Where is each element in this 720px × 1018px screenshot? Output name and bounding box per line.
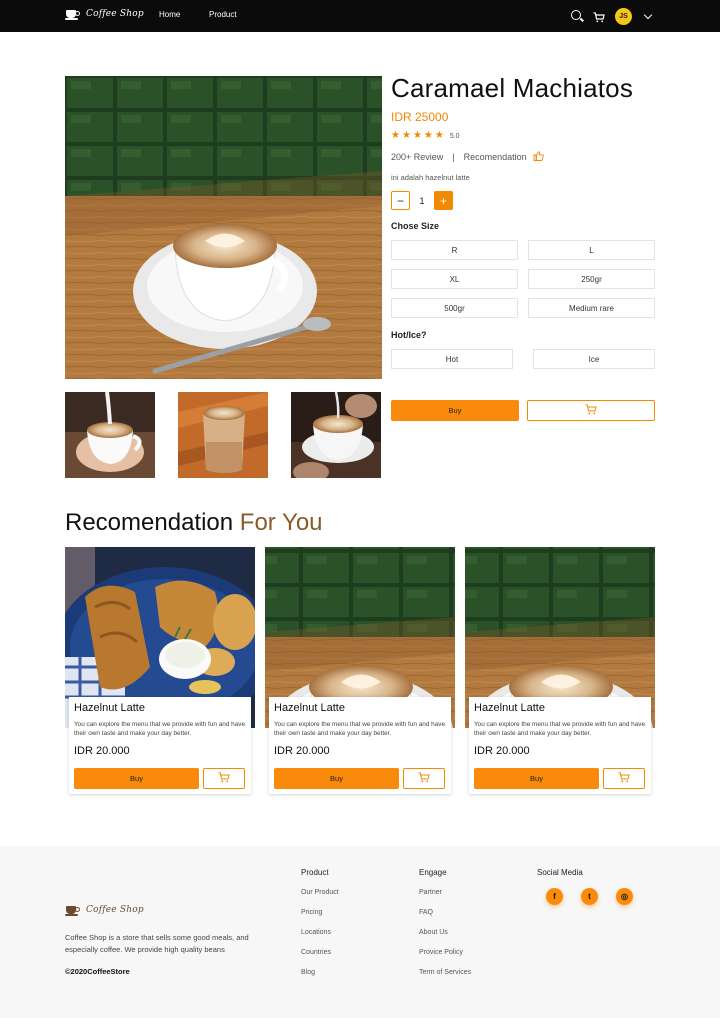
review-count[interactable]: 200+ Review: [391, 152, 443, 162]
quantity-value: 1: [419, 195, 425, 206]
card-buy-button[interactable]: Buy: [474, 768, 599, 789]
footer-link[interactable]: Blog: [301, 969, 315, 976]
brand-name: Coffee Shop: [86, 9, 144, 19]
section-title: Recomendation For You: [65, 509, 323, 537]
size-option[interactable]: 250gr: [528, 269, 655, 289]
nav-link-home[interactable]: Home: [159, 10, 180, 19]
card-buy-button[interactable]: Buy: [274, 768, 399, 789]
footer-link[interactable]: FAQ: [419, 909, 433, 916]
product-description: ini adalah hazelnut latte: [391, 173, 470, 182]
footer-link[interactable]: Locations: [301, 929, 331, 936]
cart-icon: [418, 770, 430, 788]
recommendation-label: Recomendation: [463, 152, 527, 162]
buy-button[interactable]: Buy: [391, 400, 519, 421]
product-thumbnail[interactable]: [65, 392, 155, 478]
footer-link[interactable]: Countries: [301, 949, 331, 956]
card-buy-button[interactable]: Buy: [74, 768, 199, 789]
footer-link[interactable]: About Us: [419, 929, 448, 936]
size-label: Chose Size: [391, 221, 440, 231]
instagram-icon[interactable]: ◎: [616, 888, 633, 905]
footer-column-title: Product: [301, 868, 329, 877]
card-title: Hazelnut Latte: [474, 702, 545, 714]
thumbs-up-icon[interactable]: [533, 151, 544, 163]
navbar: Coffee Shop Home Product JS: [0, 0, 720, 32]
facebook-icon[interactable]: f: [546, 888, 563, 905]
footer: Coffee Shop Coffee Shop is a store that …: [0, 846, 720, 1018]
star-icon: ★: [434, 130, 444, 141]
star-icon: ★: [401, 130, 411, 141]
section-title-accent: For You: [239, 509, 323, 536]
card-description: You can explore the menu that we provide…: [274, 721, 446, 737]
product-price: IDR 25000: [391, 110, 449, 124]
separator: |: [452, 152, 455, 162]
footer-brand-logo[interactable]: Coffee Shop: [65, 904, 144, 916]
brand-logo[interactable]: Coffee Shop: [65, 8, 144, 20]
card-price: IDR 20.000: [474, 745, 530, 757]
decrease-button[interactable]: −: [391, 191, 410, 210]
cart-icon: [585, 402, 597, 420]
temperature-option[interactable]: Ice: [533, 349, 655, 369]
footer-link[interactable]: Pricing: [301, 909, 322, 916]
rating: ★ ★ ★ ★ ★ 5.0: [391, 131, 460, 141]
twitter-icon[interactable]: t: [581, 888, 598, 905]
card-cart-button[interactable]: [203, 768, 245, 789]
review-row: 200+ Review | Recomendation: [391, 151, 544, 163]
card-title: Hazelnut Latte: [74, 702, 145, 714]
product-card: Hazelnut Latte You can explore the menu …: [469, 697, 651, 794]
size-option[interactable]: 500gr: [391, 298, 518, 318]
footer-link[interactable]: Partner: [419, 889, 442, 896]
card-description: You can explore the menu that we provide…: [74, 721, 246, 737]
size-option[interactable]: L: [528, 240, 655, 260]
search-icon[interactable]: [571, 10, 581, 20]
coffee-cup-icon: [65, 8, 80, 20]
rating-value: 5.0: [449, 132, 460, 140]
card-cart-button[interactable]: [403, 768, 445, 789]
product-thumbnail[interactable]: [291, 392, 381, 478]
cart-icon: [218, 770, 230, 788]
quantity-stepper: − 1 +: [391, 191, 453, 210]
chevron-down-icon[interactable]: [643, 10, 653, 20]
star-icon: ★: [412, 130, 422, 141]
size-option[interactable]: XL: [391, 269, 518, 289]
temperature-option[interactable]: Hot: [391, 349, 513, 369]
footer-link[interactable]: Term of Services: [419, 969, 471, 976]
coffee-cup-icon: [65, 904, 80, 916]
cart-icon[interactable]: [593, 10, 605, 28]
temperature-label: Hot/Ice?: [391, 330, 427, 340]
increase-button[interactable]: +: [434, 191, 453, 210]
size-option[interactable]: Medium rare: [528, 298, 655, 318]
card-price: IDR 20.000: [74, 745, 130, 757]
product-card: Hazelnut Latte You can explore the menu …: [269, 697, 451, 794]
star-icon: ★: [391, 130, 400, 141]
product-thumbnail[interactable]: [178, 392, 268, 478]
footer-about: Coffee Shop is a store that sells some g…: [65, 933, 249, 954]
section-title-main: Recomendation: [65, 509, 234, 536]
size-option[interactable]: R: [391, 240, 518, 260]
add-to-cart-button[interactable]: [527, 400, 655, 421]
copyright: ©2020CoffeeStore: [65, 967, 130, 976]
card-description: You can explore the menu that we provide…: [474, 721, 646, 737]
social-title: Social Media: [537, 868, 583, 877]
footer-link[interactable]: Provice Policy: [419, 949, 463, 956]
cart-icon: [618, 770, 630, 788]
footer-brand-name: Coffee Shop: [86, 905, 144, 915]
product-card: Hazelnut Latte You can explore the menu …: [69, 697, 251, 794]
product-title: Caramael Machiatos: [391, 73, 634, 103]
avatar[interactable]: JS: [615, 8, 632, 25]
product-main-image: [65, 76, 382, 379]
nav-link-product[interactable]: Product: [209, 10, 237, 19]
star-icon: ★: [423, 130, 433, 141]
card-cart-button[interactable]: [603, 768, 645, 789]
footer-column-title: Engage: [419, 868, 447, 877]
card-title: Hazelnut Latte: [274, 702, 345, 714]
card-price: IDR 20.000: [274, 745, 330, 757]
footer-link[interactable]: Our Product: [301, 889, 339, 896]
